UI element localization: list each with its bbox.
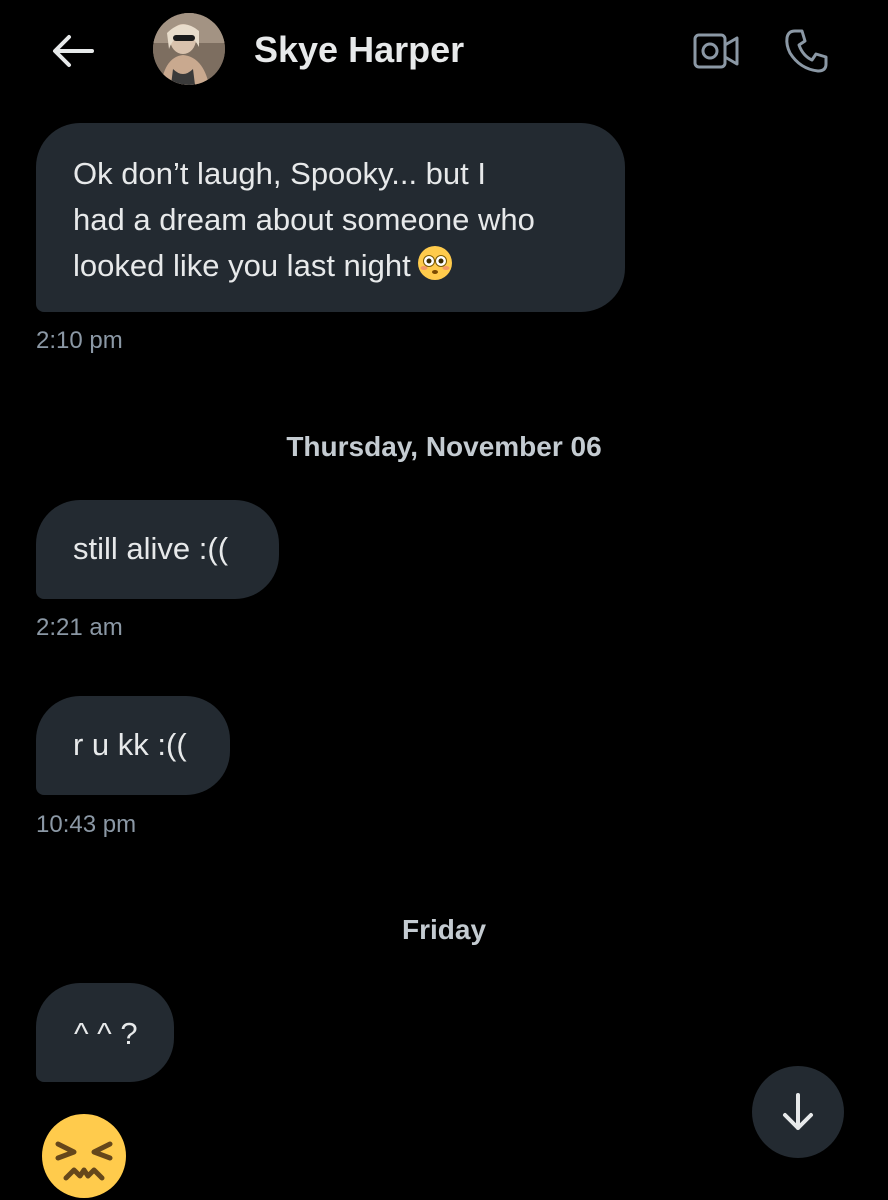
contact-name[interactable]: Skye Harper bbox=[254, 28, 464, 72]
message-text-line: still alive :(( bbox=[73, 531, 229, 566]
chat-header: Skye Harper bbox=[0, 0, 888, 100]
phone-icon bbox=[785, 29, 828, 73]
date-separator: Friday bbox=[401, 914, 487, 945]
message-bubble[interactable]: still alive :(( bbox=[36, 500, 279, 599]
voice-call-button[interactable] bbox=[778, 24, 834, 78]
message-text-line: had a dream about someone who bbox=[73, 202, 535, 237]
contact-avatar[interactable] bbox=[153, 13, 225, 85]
message-text-line: looked like you last night bbox=[73, 248, 411, 283]
back-button[interactable] bbox=[48, 28, 98, 74]
message-bubble[interactable]: ^ ^ ? bbox=[36, 983, 174, 1082]
message-text-line: r u kk :(( bbox=[73, 727, 187, 762]
date-separator: Thursday, November 06 bbox=[286, 431, 602, 462]
message-timestamp: 2:10 pm bbox=[36, 327, 123, 354]
message-timestamp: 10:43 pm bbox=[36, 811, 137, 838]
video-call-button[interactable] bbox=[688, 26, 744, 76]
message-bubble[interactable]: Ok don’t laugh, Spooky... but I had a dr… bbox=[36, 123, 625, 312]
flushed-face-emoji bbox=[417, 246, 452, 280]
message-text-line: ^ ^ ? bbox=[74, 1016, 138, 1051]
message-text-line: Ok don’t laugh, Spooky... but I bbox=[73, 156, 487, 191]
scroll-to-bottom-button[interactable] bbox=[752, 1066, 844, 1158]
video-camera-icon bbox=[693, 33, 739, 69]
arrow-left-icon bbox=[53, 35, 94, 67]
avatar-photo bbox=[153, 13, 225, 85]
message-bubble[interactable]: r u kk :(( bbox=[36, 696, 230, 795]
arrow-down-icon bbox=[783, 1093, 813, 1130]
message-text-line-last: looked like you last night bbox=[73, 243, 589, 289]
persevering-face-emoji[interactable] bbox=[40, 1112, 128, 1200]
message-timestamp: 2:21 am bbox=[36, 614, 123, 641]
